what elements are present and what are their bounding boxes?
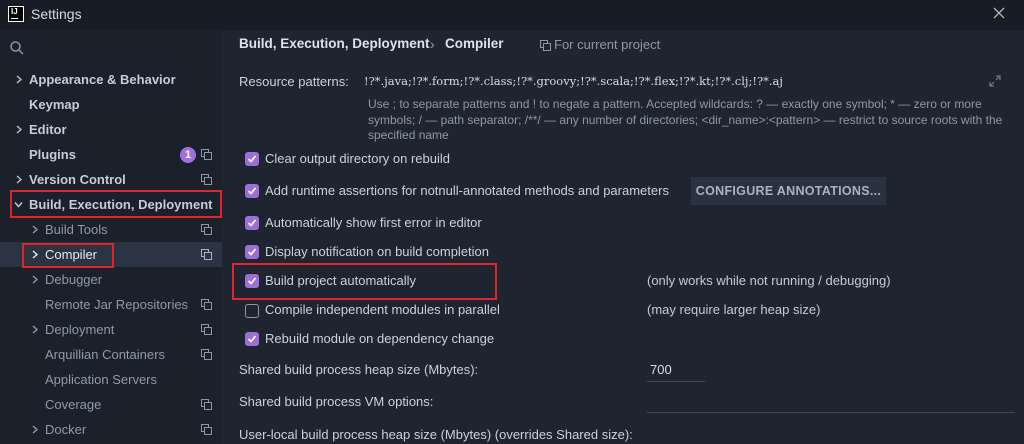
close-icon[interactable] bbox=[990, 4, 1008, 22]
sidebar-item-keymap[interactable]: Keymap bbox=[0, 92, 222, 117]
project-scope-icon bbox=[201, 299, 212, 310]
project-scope-icon bbox=[201, 249, 212, 260]
sidebar-item-label: Build Tools bbox=[45, 222, 108, 237]
parallel-compile-note: (may require larger heap size) bbox=[647, 302, 821, 317]
checkmark-icon bbox=[247, 155, 257, 163]
project-scope-icon bbox=[201, 224, 212, 235]
chevron-right-icon bbox=[16, 125, 23, 134]
chevron-right-icon bbox=[32, 325, 39, 334]
rebuild-on-dependency-checkbox[interactable] bbox=[245, 332, 259, 346]
sidebar-item-label: Application Servers bbox=[45, 372, 157, 387]
parallel-compile-checkbox[interactable] bbox=[245, 304, 259, 318]
sidebar-item-label: Arquillian Containers bbox=[45, 347, 165, 362]
configure-annotations-button[interactable]: CONFIGURE ANNOTATIONS... bbox=[691, 177, 886, 205]
clear-output-label[interactable]: Clear output directory on rebuild bbox=[265, 151, 450, 166]
sidebar-item-label: Docker bbox=[45, 422, 87, 437]
chevron-right-icon bbox=[16, 175, 23, 184]
highlight-box bbox=[22, 243, 114, 268]
sidebar-item-arquillian-containers[interactable]: Arquillian Containers bbox=[0, 342, 222, 367]
vm-options-input[interactable] bbox=[647, 389, 1015, 413]
sidebar-item-label: Coverage bbox=[45, 397, 102, 412]
resource-patterns-label: Resource patterns: bbox=[239, 74, 349, 89]
sidebar-item-deployment[interactable]: Deployment bbox=[0, 317, 222, 342]
breadcrumb-separator: › bbox=[430, 36, 435, 52]
checkmark-icon bbox=[247, 248, 257, 256]
highlight-box bbox=[10, 190, 222, 218]
vm-options-label: Shared build process VM options: bbox=[239, 394, 434, 409]
sidebar-item-version-control[interactable]: Version Control bbox=[0, 167, 222, 192]
parallel-compile-label[interactable]: Compile independent modules in parallel bbox=[265, 302, 500, 317]
sidebar-item-debugger[interactable]: Debugger bbox=[0, 267, 222, 292]
title-bar: IJ Settings bbox=[0, 0, 1024, 30]
resource-patterns-hint: Use ; to separate patterns and ! to nega… bbox=[368, 97, 1003, 142]
sidebar-item-coverage[interactable]: Coverage bbox=[0, 392, 222, 417]
build-notification-label[interactable]: Display notification on build completion bbox=[265, 244, 489, 259]
rebuild-on-dependency-label[interactable]: Rebuild module on dependency change bbox=[265, 331, 494, 346]
heap-size-label: Shared build process heap size (Mbytes): bbox=[239, 362, 479, 377]
window-title: Settings bbox=[31, 6, 82, 22]
sidebar-item-plugins[interactable]: Plugins 1 bbox=[0, 142, 222, 167]
heap-size-input[interactable] bbox=[647, 358, 705, 382]
search-input[interactable] bbox=[32, 37, 216, 61]
sidebar-item-label: Remote Jar Repositories bbox=[45, 297, 189, 312]
sidebar-item-label: Version Control bbox=[29, 172, 126, 187]
project-scope-icon bbox=[201, 399, 212, 410]
breadcrumb-parent[interactable]: Build, Execution, Deployment bbox=[239, 36, 430, 56]
sidebar-item-docker[interactable]: Docker bbox=[0, 417, 222, 442]
runtime-assertions-checkbox[interactable] bbox=[245, 184, 259, 198]
app-logo-icon: IJ bbox=[8, 6, 24, 22]
sidebar-item-remote-jar-repositories[interactable]: Remote Jar Repositories bbox=[0, 292, 222, 317]
chevron-right-icon bbox=[32, 425, 39, 434]
scope-label: For current project bbox=[554, 37, 661, 52]
search-icon bbox=[10, 41, 24, 55]
show-first-error-label[interactable]: Automatically show first error in editor bbox=[265, 215, 482, 230]
highlight-box bbox=[232, 263, 497, 300]
chevron-right-icon bbox=[32, 275, 39, 284]
checkmark-icon bbox=[247, 335, 257, 343]
checkmark-icon bbox=[247, 219, 257, 227]
project-scope-icon bbox=[201, 424, 212, 435]
resource-patterns-input[interactable] bbox=[360, 68, 1012, 93]
sidebar-item-label: Appearance & Behavior bbox=[29, 72, 176, 87]
sidebar-item-label: Editor bbox=[29, 122, 67, 137]
project-scope-icon bbox=[201, 324, 212, 335]
build-notification-checkbox[interactable] bbox=[245, 245, 259, 259]
build-automatically-note: (only works while not running / debuggin… bbox=[647, 273, 891, 288]
sidebar-item-build-tools[interactable]: Build Tools bbox=[0, 217, 222, 242]
settings-sidebar: Appearance & Behavior Keymap Editor Plug… bbox=[0, 30, 222, 444]
project-scope-icon bbox=[201, 149, 212, 160]
project-scope-icon bbox=[540, 40, 551, 51]
project-scope-icon bbox=[201, 174, 212, 185]
chevron-right-icon bbox=[32, 225, 39, 234]
sidebar-item-label: Keymap bbox=[29, 97, 80, 112]
project-scope-icon bbox=[201, 349, 212, 360]
sidebar-item-label: Debugger bbox=[45, 272, 103, 287]
update-count-badge: 1 bbox=[180, 147, 196, 163]
checkmark-icon bbox=[247, 187, 257, 195]
chevron-right-icon bbox=[16, 75, 23, 84]
runtime-assertions-label[interactable]: Add runtime assertions for notnull-annot… bbox=[265, 183, 669, 198]
show-first-error-checkbox[interactable] bbox=[245, 216, 259, 230]
sidebar-item-application-servers[interactable]: Application Servers bbox=[0, 367, 222, 392]
clear-output-checkbox[interactable] bbox=[245, 152, 259, 166]
sidebar-item-appearance-behavior[interactable]: Appearance & Behavior bbox=[0, 67, 222, 92]
user-heap-size-label: User-local build process heap size (Mbyt… bbox=[239, 427, 633, 442]
sidebar-item-editor[interactable]: Editor bbox=[0, 117, 222, 142]
sidebar-item-label: Plugins bbox=[29, 147, 76, 162]
expand-icon[interactable] bbox=[988, 74, 1002, 88]
sidebar-item-label: Deployment bbox=[45, 322, 115, 337]
page-title: Compiler bbox=[445, 36, 504, 51]
